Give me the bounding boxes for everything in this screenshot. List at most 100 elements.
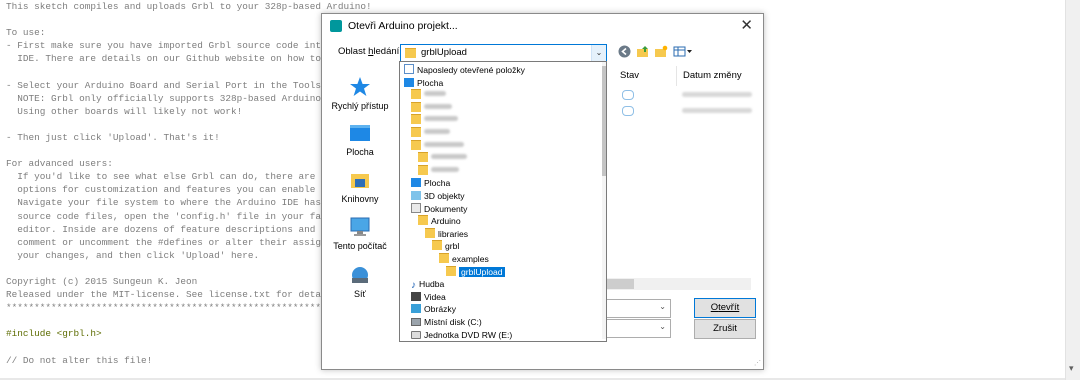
up-folder-icon[interactable] [636, 45, 650, 62]
place-label: Plocha [346, 147, 374, 157]
place-label: Knihovny [341, 194, 379, 204]
dropdown-item[interactable]: Obrázky [411, 303, 456, 315]
dialog-titlebar[interactable]: Otevři Arduino projekt... ✕ [322, 14, 763, 40]
desktop-icon [404, 77, 414, 87]
dropdown-item[interactable]: libraries [425, 227, 469, 240]
place-quick-access[interactable]: Rychlý přístup [328, 76, 392, 111]
dropdown-item-label: grblUpload [459, 266, 505, 277]
libraries-icon [349, 169, 371, 191]
look-in-value: grblUpload [421, 47, 467, 58]
folder-icon [418, 152, 428, 163]
redacted-label [431, 154, 467, 160]
arduino-app-icon [330, 20, 342, 32]
dropdown-item[interactable]: 3D objekty [411, 190, 465, 202]
place-libraries[interactable]: Knihovny [328, 169, 392, 204]
redacted-label [431, 166, 459, 172]
3d-objects-icon [411, 191, 421, 200]
desktop-icon [349, 122, 371, 144]
look-in-label: Oblast hledání: [338, 46, 402, 57]
local-disk-icon [411, 318, 421, 326]
chevron-down-icon[interactable]: ⌄ [659, 322, 666, 331]
dropdown-item[interactable]: Jednotka DVD RW (E:) [411, 329, 512, 341]
dropdown-item[interactable] [411, 139, 464, 152]
place-label: Rychlý přístup [331, 101, 389, 111]
dropdown-item[interactable]: Plocha [404, 77, 443, 89]
dialog-title: Otevři Arduino projekt... [348, 20, 458, 32]
resize-grip-icon[interactable]: ⋰ [754, 359, 761, 367]
place-desktop[interactable]: Plocha [328, 122, 392, 157]
file-name-field[interactable]: ⌄ [604, 299, 671, 318]
dropdown-item-label: libraries [438, 228, 469, 239]
folder-icon [411, 89, 421, 100]
place-label: Tento počítač [333, 241, 387, 251]
place-label: Síť [354, 289, 366, 299]
look-in-combobox[interactable]: grblUpload ⌄ [400, 44, 607, 62]
back-icon[interactable] [618, 45, 631, 62]
dropdown-item-label: Obrázky [424, 304, 456, 315]
dropdown-item[interactable]: Dokumenty [411, 202, 468, 215]
chevron-down-icon[interactable]: ⌄ [659, 302, 666, 311]
sync-status-icon [622, 106, 634, 116]
dropdown-item[interactable]: examples [439, 253, 489, 265]
dropdown-item[interactable] [411, 127, 450, 139]
list-item [682, 108, 752, 113]
computer-icon [349, 216, 371, 238]
open-button[interactable]: Otevřít [694, 298, 756, 318]
dropdown-item[interactable]: Plocha [411, 177, 450, 189]
dropdown-item[interactable]: ♪ Hudba [411, 278, 444, 291]
documents-icon [411, 202, 421, 213]
list-item [682, 92, 752, 97]
column-header-status[interactable]: Stav [620, 70, 639, 81]
dropdown-item[interactable] [411, 101, 452, 114]
dropdown-item-label: Dokumenty [424, 203, 468, 214]
editor-vertical-scrollbar[interactable]: ▾ [1065, 0, 1080, 380]
new-folder-icon[interactable] [654, 45, 668, 62]
desktop-icon [411, 178, 421, 188]
dropdown-item[interactable] [418, 164, 459, 177]
dropdown-item[interactable]: Naposledy otevřené položky [404, 64, 525, 76]
recent-items-icon [404, 64, 414, 74]
network-icon [349, 264, 371, 286]
folder-icon [411, 101, 421, 112]
dropdown-item-label: Naposledy otevřené položky [417, 65, 525, 75]
place-network[interactable]: Síť [328, 264, 392, 299]
chevron-down-icon[interactable]: ⌄ [591, 45, 606, 61]
folder-icon [418, 164, 428, 175]
dropdown-item[interactable]: Místní disk (C:) [411, 316, 482, 328]
dropdown-item[interactable]: Videa [411, 291, 446, 303]
look-in-dropdown-list[interactable]: Naposledy otevřené položky Plocha Plocha 3D… [399, 61, 607, 342]
dropdown-item-label: Plocha [424, 178, 451, 189]
dropdown-item[interactable]: Arduino [418, 215, 461, 227]
list-horizontal-scrollbar[interactable] [604, 278, 751, 290]
close-icon[interactable]: ✕ [740, 17, 753, 35]
scrollbar-thumb[interactable] [602, 66, 606, 176]
dropdown-item[interactable]: grblUpload [446, 265, 505, 278]
redacted-label [424, 129, 450, 134]
scroll-down-icon[interactable]: ▾ [1069, 363, 1074, 374]
code-line: This sketch compiles and uploads Grbl to… [6, 1, 372, 12]
dropdown-item[interactable] [418, 152, 467, 164]
column-header-date[interactable]: Datum změny [683, 70, 742, 81]
sync-status-icon [622, 90, 634, 100]
dropdown-item-label: grbl [445, 241, 460, 252]
dropdown-item[interactable]: grbl [432, 240, 459, 252]
dropdown-item[interactable] [411, 89, 446, 101]
view-menu-icon[interactable] [673, 45, 693, 62]
folder-icon [411, 114, 421, 125]
place-this-pc[interactable]: Tento počítač [328, 216, 392, 251]
dropdown-scrollbar[interactable] [602, 62, 606, 339]
folder-icon [439, 253, 449, 263]
scrollbar-thumb[interactable] [604, 279, 634, 289]
file-type-select[interactable]: ⌄ [604, 319, 671, 338]
dropdown-item-label: Místní disk (C:) [424, 317, 482, 327]
folder-icon [411, 127, 421, 137]
dropdown-item[interactable] [411, 114, 458, 126]
folder-icon [405, 48, 416, 58]
column-divider[interactable] [676, 66, 677, 86]
cancel-button[interactable]: Zrušit [694, 319, 756, 339]
redacted-label [424, 116, 458, 122]
pictures-icon [411, 304, 421, 314]
videos-icon [411, 291, 421, 301]
redacted-label [424, 91, 446, 97]
redacted-label [424, 141, 464, 147]
